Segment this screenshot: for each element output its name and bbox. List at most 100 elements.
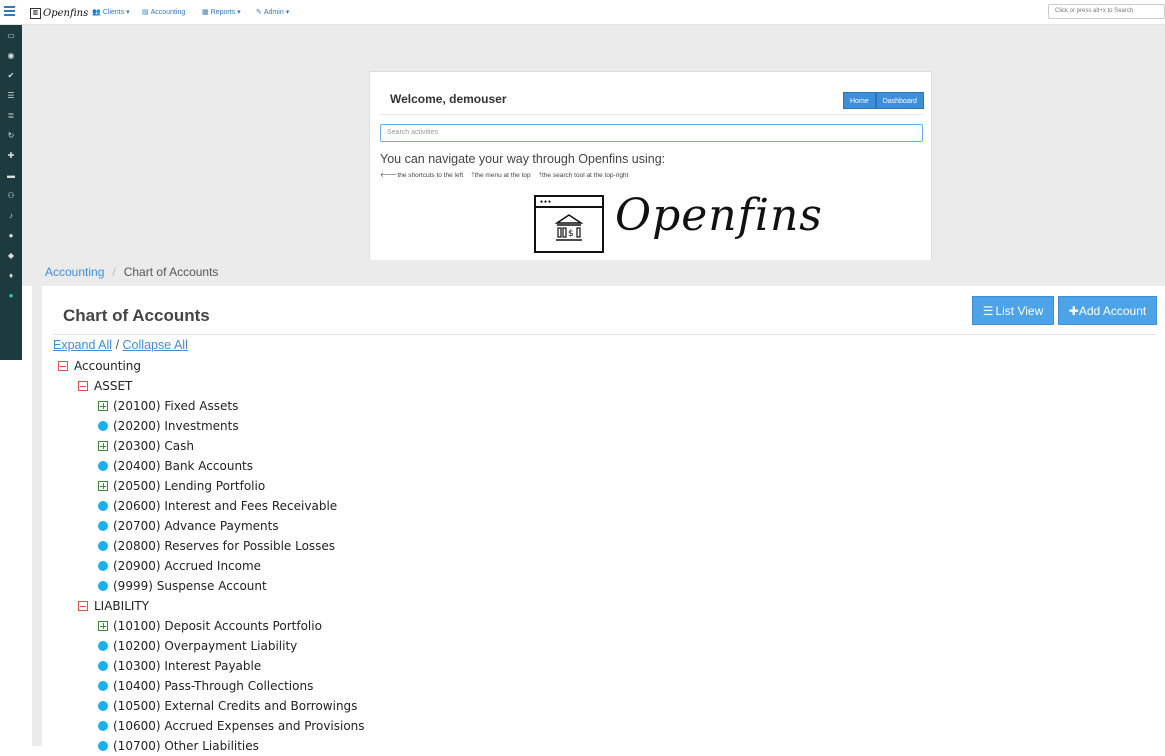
nav-accounting[interactable]: ▤ Accounting — [142, 8, 185, 17]
tree-node[interactable]: (10100) Deposit Accounts Portfolio — [98, 616, 322, 636]
tree-node[interactable]: (10600) Accrued Expenses and Provisions — [98, 716, 365, 736]
tree-node-label[interactable]: (20900) Accrued Income — [113, 559, 261, 573]
add-account-label: Add Account — [1078, 303, 1147, 318]
tree-node[interactable]: (20600) Interest and Fees Receivable — [98, 496, 337, 516]
expand-icon[interactable] — [98, 481, 108, 491]
leaf-dot-icon — [98, 541, 108, 551]
activity-search-input[interactable]: Search activities — [380, 124, 923, 142]
global-search-input[interactable]: Click or press alt+x to Search — [1048, 4, 1165, 19]
dashboard-button[interactable]: Dashboard — [875, 92, 924, 109]
tree-node-label[interactable]: (10500) External Credits and Borrowings — [113, 699, 357, 713]
tree-node-label[interactable]: (20700) Advance Payments — [113, 519, 279, 533]
tree-node-label[interactable]: (20400) Bank Accounts — [113, 459, 253, 473]
list-icon: ☰ — [982, 303, 994, 318]
tree-node[interactable]: (20900) Accrued Income — [98, 556, 261, 576]
expand-icon[interactable] — [98, 441, 108, 451]
expand-all-link[interactable]: Expand All — [53, 338, 112, 352]
tree-node-label[interactable]: (20200) Investments — [113, 419, 239, 433]
divider — [380, 114, 923, 115]
nav-clients-label: Clients — [102, 8, 125, 16]
help-icon[interactable]: ● — [0, 285, 22, 305]
collapse-icon[interactable] — [78, 601, 88, 611]
nav-admin-label: Admin — [263, 8, 284, 16]
menu-icon[interactable] — [4, 6, 15, 18]
home-button[interactable]: Home — [843, 92, 876, 109]
tree-node[interactable]: (20700) Advance Payments — [98, 516, 279, 536]
leaf-dot-icon — [98, 741, 108, 751]
plus-icon[interactable]: ✚ — [0, 145, 22, 165]
bell-icon[interactable]: ♪ — [0, 205, 22, 225]
tree-node[interactable]: ASSET — [78, 376, 132, 396]
arrow-left-icon: 🡐 — [380, 172, 398, 179]
expand-icon[interactable] — [98, 401, 108, 411]
nav-reports[interactable]: ▦ Reports ▾ — [202, 8, 241, 17]
tree-node[interactable]: LIABILITY — [78, 596, 149, 616]
leaf-dot-icon — [98, 461, 108, 471]
tree-node-label[interactable]: (20100) Fixed Assets — [113, 399, 238, 413]
window-dots: ●●● — [540, 199, 553, 205]
user-icon[interactable]: ● — [0, 225, 22, 245]
collapse-icon[interactable] — [58, 361, 68, 371]
tree-node[interactable]: (20400) Bank Accounts — [98, 456, 253, 476]
leaf-dot-icon — [98, 421, 108, 431]
tree-node-label[interactable]: (10600) Accrued Expenses and Provisions — [113, 719, 365, 733]
collapse-icon[interactable] — [78, 381, 88, 391]
tree-node-label[interactable]: (10300) Interest Payable — [113, 659, 261, 673]
leaf-dot-icon — [98, 661, 108, 671]
bank-icon: ▥ — [30, 7, 41, 19]
tree-node-label[interactable]: (20800) Reserves for Possible Losses — [113, 539, 335, 553]
tree-node-label[interactable]: (20500) Lending Portfolio — [113, 479, 265, 493]
tree-node[interactable]: (9999) Suspense Account — [98, 576, 267, 596]
tree-node[interactable]: (10200) Overpayment Liability — [98, 636, 297, 656]
expand-icon[interactable] — [98, 621, 108, 631]
tree-node[interactable]: (10500) External Credits and Borrowings — [98, 696, 357, 716]
dashboard-icon[interactable]: ◉ — [0, 45, 22, 65]
collapse-all-link[interactable]: Collapse All — [123, 338, 188, 352]
tree-node[interactable]: (10700) Other Liabilities — [98, 736, 259, 756]
tree-node-label[interactable]: (20300) Cash — [113, 439, 194, 453]
map-marker-icon[interactable]: ♦ — [0, 265, 22, 285]
book-icon: ▤ — [142, 9, 149, 16]
leaf-dot-icon — [98, 681, 108, 691]
nav-admin[interactable]: ✎ Admin ▾ — [256, 8, 289, 17]
tree-node-label[interactable]: ASSET — [94, 379, 132, 393]
blank-column — [0, 360, 32, 746]
logo[interactable]: ▥ Openfins — [30, 6, 88, 20]
tree-node[interactable]: (20800) Reserves for Possible Losses — [98, 536, 335, 556]
tree-node-label[interactable]: (20600) Interest and Fees Receivable — [113, 499, 337, 513]
navigation-tips: 🡐the shortcuts to the left 🡑the menu at … — [380, 171, 628, 182]
tree-node-label[interactable]: LIABILITY — [94, 599, 149, 613]
nav-clients[interactable]: 👥 Clients ▾ — [92, 8, 130, 17]
refresh-icon[interactable]: ↻ — [0, 125, 22, 145]
tree-node-label[interactable]: (10100) Deposit Accounts Portfolio — [113, 619, 322, 633]
tree-node-label[interactable]: (10700) Other Liabilities — [113, 739, 259, 753]
tip-shortcuts-text: the shortcuts to the left — [397, 172, 464, 179]
tree-node-label[interactable]: (10200) Overpayment Liability — [113, 639, 297, 653]
welcome-buttons: Home Dashboard — [843, 92, 924, 109]
breadcrumb-accounting-link[interactable]: Accounting — [45, 265, 104, 279]
navigation-hint: You can navigate your way through Openfi… — [380, 152, 666, 166]
folder-icon[interactable]: ▬ — [0, 165, 22, 185]
tree-node[interactable]: (20500) Lending Portfolio — [98, 476, 265, 496]
list-view-button[interactable]: ☰ List View — [972, 296, 1054, 325]
check-icon[interactable]: ✔ — [0, 65, 22, 85]
list-icon[interactable]: ☰ — [0, 85, 22, 105]
tree-node-label[interactable]: (9999) Suspense Account — [113, 579, 267, 593]
tree-node[interactable]: Accounting — [58, 356, 141, 376]
sitemap-icon[interactable]: ⚇ — [0, 185, 22, 205]
tree-node[interactable]: (20300) Cash — [98, 436, 194, 456]
card-icon[interactable]: ▭ — [0, 25, 22, 45]
breadcrumb: Accounting / Chart of Accounts — [45, 265, 218, 279]
expand-collapse-controls: Expand All / Collapse All — [53, 338, 188, 352]
tree-node[interactable]: (20200) Investments — [98, 416, 239, 436]
list-view-label: List View — [995, 303, 1044, 318]
list-alt-icon[interactable]: ≣ — [0, 105, 22, 125]
tree-node[interactable]: (20100) Fixed Assets — [98, 396, 238, 416]
tree-node-label[interactable]: (10400) Pass-Through Collections — [113, 679, 313, 693]
tip-search-text: the search tool at the top-right — [542, 172, 629, 179]
group-icon[interactable]: ◆ — [0, 245, 22, 265]
tree-node[interactable]: (10400) Pass-Through Collections — [98, 676, 313, 696]
add-account-button[interactable]: ✚ Add Account — [1058, 296, 1157, 325]
tree-node[interactable]: (10300) Interest Payable — [98, 656, 261, 676]
tree-node-label[interactable]: Accounting — [74, 359, 141, 373]
